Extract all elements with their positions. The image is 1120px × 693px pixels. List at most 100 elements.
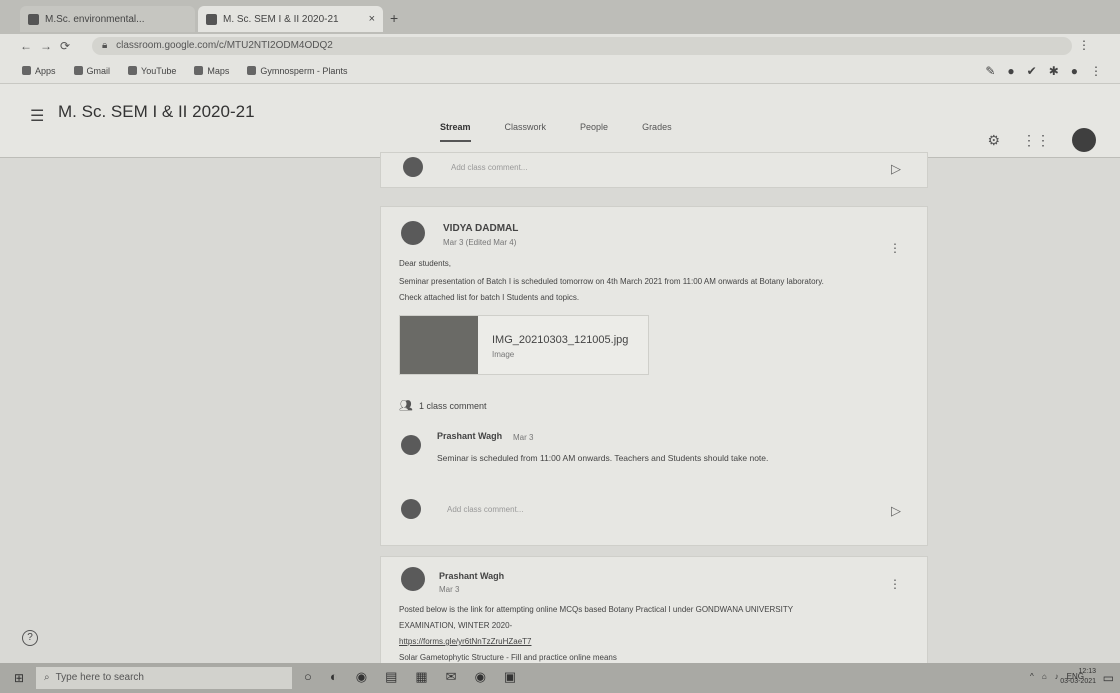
announcement-post: Prashant Wagh Mar 3 ⋮ Posted below is th… <box>380 556 928 666</box>
extension-icon[interactable]: ✎ <box>985 64 995 78</box>
lock-icon: 🔒︎ <box>102 40 108 51</box>
class-nav-tabs: Stream Classwork People Grades <box>440 122 672 142</box>
bookmarks-bar: Apps Gmail YouTube Maps Gymnosperm - Pla… <box>0 58 1120 84</box>
post-link[interactable]: https://forms.gle/yr6tNnTzZruHZaeT7 <box>399 637 531 646</box>
taskbar-search[interactable]: ⌕ Type here to search <box>36 667 292 689</box>
post-text-line: Check attached list for batch I Students… <box>399 293 580 302</box>
bookmark-apps[interactable]: Apps <box>22 66 56 76</box>
header-icons: ⚙ ⋮⋮ <box>987 128 1096 152</box>
chrome-icon[interactable]: ◉ <box>475 669 486 685</box>
explorer-icon[interactable]: ▤ <box>385 669 397 685</box>
youtube-icon <box>128 66 138 75</box>
people-icon: 👥︎ <box>399 400 413 412</box>
previous-post-comment-box: Add class comment... ▷ <box>380 152 928 188</box>
comment-input[interactable]: Add class comment... <box>447 505 523 514</box>
tray-arrow-icon[interactable]: ^ <box>1030 672 1034 681</box>
post-date: Mar 3 (Edited Mar 4) <box>443 238 517 247</box>
bookmark-youtube[interactable]: YouTube <box>128 66 176 76</box>
chrome-icon[interactable]: ◉ <box>356 669 367 685</box>
class-title[interactable]: M. Sc. SEM I & II 2020-21 <box>58 102 255 122</box>
post-text-line: Seminar presentation of Batch I is sched… <box>399 277 824 286</box>
clock-date: 03-03-2021 <box>1060 678 1096 685</box>
taskbar-apps: ○ ◐ ◉ ▤ ▦ ✉ ◉ ▣ <box>304 669 516 685</box>
attachment-type: Image <box>492 350 515 359</box>
tab-favicon-icon <box>28 13 39 25</box>
edge-icon[interactable]: ◐ <box>330 669 338 685</box>
user-avatar <box>403 157 423 177</box>
bookmark-maps[interactable]: Maps <box>194 66 229 76</box>
bookmark-gmail[interactable]: Gmail <box>73 66 110 76</box>
post-text-line: Solar Gametophytic Structure - Fill and … <box>399 653 617 662</box>
mail-icon[interactable]: ✉ <box>446 669 457 685</box>
send-icon[interactable]: ▷ <box>891 503 901 519</box>
new-tab-button[interactable]: + <box>390 10 398 26</box>
extension-icon[interactable]: ✔ <box>1027 64 1037 78</box>
forward-icon[interactable]: → <box>40 39 52 53</box>
apps-grid-icon[interactable]: ⋮⋮ <box>1022 132 1050 149</box>
post-text-line: Posted below is the link for attempting … <box>399 605 794 614</box>
photos-icon[interactable]: ▣ <box>504 669 516 685</box>
profile-icon[interactable]: ● <box>1071 64 1078 78</box>
account-avatar[interactable] <box>1072 128 1096 152</box>
bookmark-icon <box>247 66 257 75</box>
close-tab-icon[interactable]: × <box>369 13 375 25</box>
gmail-icon <box>73 66 83 75</box>
class-comments-count: 1 class comment <box>418 400 487 411</box>
url-bar[interactable]: 🔒︎ classroom.google.com/c/MTU2NTI2ODM4OD… <box>92 37 1072 55</box>
apps-icon <box>22 66 31 75</box>
post-text-line: EXAMINATION, WINTER 2020- <box>399 621 513 630</box>
comment-date: Mar 3 <box>513 433 534 442</box>
image-thumbnail <box>400 316 478 374</box>
browser-tab[interactable]: M.Sc. environmental... <box>20 6 195 32</box>
maps-icon <box>194 66 204 75</box>
author-avatar <box>401 221 425 245</box>
url-text: classroom.google.com/c/MTU2NTI2ODM4ODQ2 <box>116 40 333 51</box>
notification-icon[interactable]: ▭ <box>1103 671 1114 685</box>
clock-time: 12:13 <box>1078 668 1096 675</box>
browser-tab-active[interactable]: M. Sc. SEM I & II 2020-21 × <box>198 6 383 32</box>
comment-author: Prashant Wagh <box>437 431 503 441</box>
back-icon[interactable]: ← <box>20 39 32 53</box>
menu-icon[interactable]: ☰ <box>30 106 44 126</box>
extension-icon[interactable]: ● <box>1007 64 1014 78</box>
bookmark-gymnosperm[interactable]: Gymnosperm - Plants <box>247 66 347 76</box>
tab-classwork[interactable]: Classwork <box>505 122 547 142</box>
tab-title: M. Sc. SEM I & II 2020-21 <box>223 13 339 25</box>
announcement-post: VIDYA DADMAL Mar 3 (Edited Mar 4) ⋮ Dear… <box>380 206 928 546</box>
post-date: Mar 3 <box>439 585 460 594</box>
comment-text: Seminar is scheduled from 11:00 AM onwar… <box>437 453 769 463</box>
chrome-menu-icon[interactable]: ⋮ <box>1090 64 1102 78</box>
task-view-icon[interactable]: ○ <box>304 669 312 685</box>
store-icon[interactable]: ▦ <box>415 669 427 685</box>
tab-grades[interactable]: Grades <box>642 122 672 142</box>
extension-icons: ✎ ● ✔ ✱ ● ⋮ <box>985 64 1102 78</box>
stream-feed: Add class comment... ▷ VIDYA DADMAL Mar … <box>380 152 928 666</box>
user-avatar <box>401 499 421 519</box>
clock[interactable]: 12:13 03-03-2021 <box>1060 667 1096 687</box>
class-comments-link[interactable]: 👥︎ 1 class comment <box>399 399 487 412</box>
settings-gear-icon[interactable]: ⚙ <box>987 132 1000 149</box>
search-icon: ⌕ <box>44 672 50 683</box>
browser-menu-icon[interactable]: ⋮ <box>1078 38 1090 52</box>
tab-title: M.Sc. environmental... <box>45 13 145 25</box>
more-options-icon[interactable]: ⋮ <box>889 241 901 255</box>
more-options-icon[interactable]: ⋮ <box>889 577 901 591</box>
send-icon[interactable]: ▷ <box>891 161 901 177</box>
tab-stream[interactable]: Stream <box>440 122 471 142</box>
help-icon[interactable]: ? <box>22 630 38 646</box>
volume-icon[interactable]: ♪ <box>1055 672 1059 681</box>
attachment-card[interactable]: IMG_20210303_121005.jpg Image <box>399 315 649 375</box>
tab-people[interactable]: People <box>580 122 608 142</box>
post-text-line: Dear students, <box>399 259 452 268</box>
windows-start-icon[interactable]: ⊞ <box>14 671 24 685</box>
author-avatar <box>401 567 425 591</box>
reload-icon[interactable]: ⟳ <box>60 39 70 53</box>
address-bar-row: ← → ⟳ 🔒︎ classroom.google.com/c/MTU2NTI2… <box>0 34 1120 58</box>
post-author: VIDYA DADMAL <box>443 223 519 234</box>
browser-tab-strip: M.Sc. environmental... M. Sc. SEM I & II… <box>0 0 1120 34</box>
classroom-favicon-icon <box>206 13 217 25</box>
network-icon[interactable]: ⌂ <box>1042 672 1047 681</box>
attachment-name: IMG_20210303_121005.jpg <box>492 334 629 346</box>
comment-input[interactable]: Add class comment... <box>451 163 527 172</box>
puzzle-icon[interactable]: ✱ <box>1049 64 1059 78</box>
